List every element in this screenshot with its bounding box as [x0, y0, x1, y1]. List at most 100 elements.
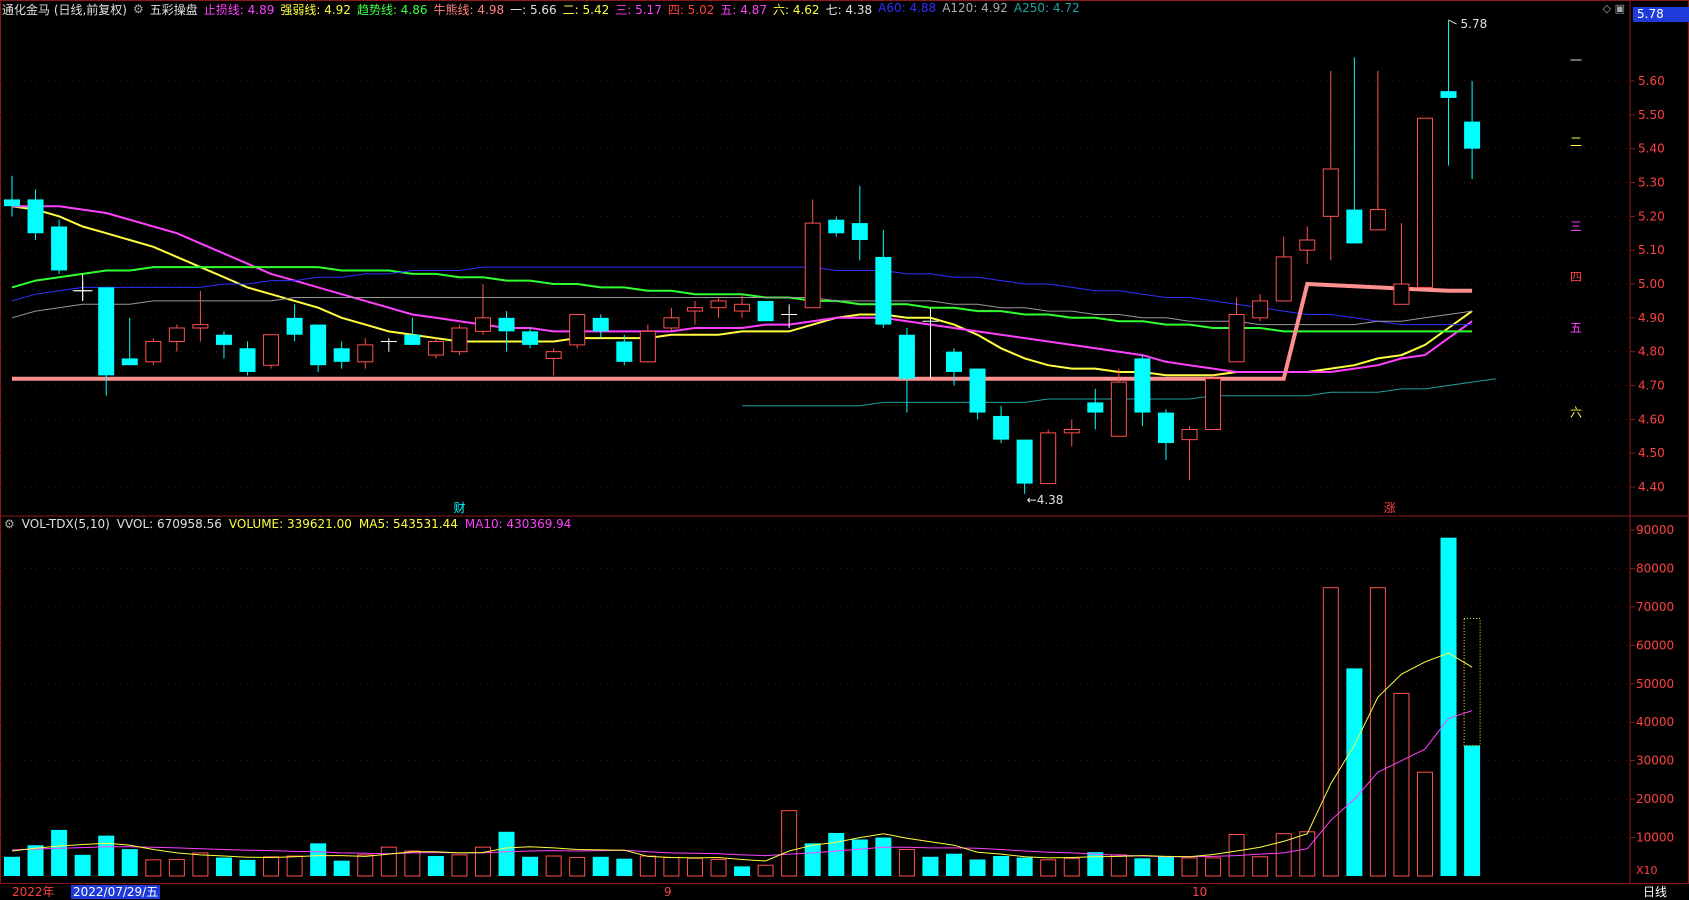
- volume-tick-label: 40000: [1636, 715, 1674, 729]
- volume-bar: [1464, 745, 1481, 876]
- candle-body: [710, 300, 727, 309]
- volume-bar: [946, 853, 962, 876]
- volume-header: ⚙ VOL-TDX(5,10) VVOL: 670958.56 VOLUME: …: [4, 517, 571, 531]
- price-tick-label: 5.10: [1638, 243, 1665, 257]
- candle: [451, 324, 468, 356]
- price-tick-label: 5.20: [1638, 209, 1665, 223]
- period-label[interactable]: 日线: [1643, 885, 1667, 899]
- volume-bar: [710, 858, 727, 877]
- volume-bar: [592, 856, 609, 876]
- volume-bar: [333, 860, 350, 876]
- candle-body: [1299, 239, 1316, 251]
- candle: [1417, 117, 1433, 288]
- candle-body: [286, 317, 303, 335]
- volume-scale-label: X10: [1636, 864, 1658, 877]
- candle-body: [1016, 439, 1033, 484]
- candle-body: [1157, 412, 1174, 444]
- price-tick-label: 5.50: [1638, 108, 1665, 122]
- level-label: 五: [1570, 321, 1582, 335]
- volume-bar: [74, 854, 91, 876]
- candle-body: [475, 317, 491, 332]
- volume-bar: [215, 857, 232, 876]
- stock-title[interactable]: 通化金马 (日线,前复权): [2, 1, 127, 18]
- candle-body: [1205, 378, 1222, 430]
- volume-bar: [145, 859, 162, 877]
- volume-bar: [121, 849, 138, 876]
- indicator-item: 强弱线: 4.92: [280, 2, 351, 17]
- volume-tick-label: 60000: [1636, 638, 1674, 652]
- volume-bar: [310, 843, 327, 876]
- candle-body: [663, 317, 680, 329]
- candle-body: [734, 303, 751, 312]
- candle-body: [310, 324, 327, 366]
- indicator-item: 牛熊线: 4.98: [433, 2, 505, 17]
- top-icons: ◇ ▣: [1603, 2, 1625, 15]
- candle-body: [1040, 432, 1057, 485]
- volume-tick-label: 10000: [1636, 831, 1674, 845]
- candle-body: [27, 199, 44, 234]
- year-label: 2022年: [12, 885, 55, 899]
- price-tick-label: 5.60: [1638, 74, 1665, 88]
- settings-icon[interactable]: ⚙: [133, 2, 144, 16]
- volume-tick-label: 30000: [1636, 754, 1674, 768]
- candle-body: [545, 351, 562, 359]
- volume-tick-label: 80000: [1636, 561, 1674, 575]
- candle-body: [1440, 91, 1457, 98]
- volume-bar: [1134, 858, 1151, 876]
- date-bar[interactable]: 2022年 2022/07/29/五 9 10 日线: [0, 883, 1689, 900]
- indicator-item: 四: 5.02: [667, 2, 715, 17]
- candle-body: [592, 317, 609, 332]
- diamond-icon[interactable]: ◇: [1603, 2, 1611, 15]
- volume-bar: [1252, 856, 1269, 877]
- volume-indicator-name[interactable]: VOL-TDX(5,10): [22, 517, 110, 531]
- stock-chart[interactable]: 4.40 4.50 4.60 4.70 4.80 4.90 5.00 5.10 5.20 5.30…: [0, 0, 1689, 900]
- volume-bar: [263, 856, 280, 877]
- candle: [263, 334, 280, 369]
- main-header: 通化金马 (日线,前复权) ⚙ 五彩操盘 止损线: 4.89 强弱线: 4.92 趋…: [2, 1, 1080, 17]
- settings-icon[interactable]: ⚙: [4, 517, 15, 531]
- volume-bar: [286, 855, 303, 877]
- volume-bar: [1346, 668, 1363, 876]
- level-label: 一: [1570, 54, 1582, 68]
- volume-bar: [451, 854, 468, 877]
- candle-body: [51, 226, 68, 271]
- window-icon[interactable]: ▣: [1615, 2, 1625, 15]
- price-tick-label: 5.30: [1638, 176, 1665, 190]
- volume-bar: [168, 858, 185, 877]
- candle-body: [333, 348, 350, 362]
- month-10-label: 10: [1192, 885, 1208, 899]
- volume-bar: [686, 857, 703, 877]
- indicator-item: 七: 4.38: [825, 2, 873, 17]
- ma10-value: MA10: 430369.94: [464, 517, 572, 531]
- volume-bar: [380, 846, 397, 877]
- volume-bar: [663, 857, 680, 877]
- candle-body: [121, 358, 138, 366]
- volume-bar: [1299, 831, 1316, 877]
- volume-bar: [27, 845, 44, 876]
- candle-body: [263, 334, 280, 366]
- candle-body: [168, 327, 185, 343]
- volume-bar: [828, 832, 845, 876]
- volume-bar: [1205, 857, 1222, 877]
- candle-body: [145, 341, 162, 363]
- indicator-values: 止损线: 4.89 强弱线: 4.92 趋势线: 4.86 牛熊线: 4.98 一: 5…: [204, 1, 1080, 18]
- price-tick-label: 4.90: [1638, 311, 1665, 325]
- volume-bar: [781, 810, 798, 877]
- candle: [145, 338, 162, 366]
- candle-body: [4, 199, 20, 207]
- volume-tick-label: 70000: [1636, 600, 1674, 614]
- volume-tick-label: 50000: [1636, 677, 1674, 691]
- volume-bar: [545, 855, 562, 877]
- candle-body: [192, 324, 209, 329]
- indicator-item: A250: 4.72: [1013, 0, 1080, 15]
- candle-body: [1134, 358, 1151, 413]
- volume-bar: [4, 856, 20, 876]
- price-tick-label: 4.80: [1638, 345, 1665, 359]
- indicator-name[interactable]: 五彩操盘: [150, 1, 198, 18]
- candle-body: [1393, 283, 1410, 305]
- volume-bar: [357, 854, 374, 877]
- month-9-label: 9: [664, 885, 672, 899]
- volume-bar: [192, 852, 209, 877]
- candle: [569, 313, 586, 349]
- candle-body: [1252, 300, 1269, 319]
